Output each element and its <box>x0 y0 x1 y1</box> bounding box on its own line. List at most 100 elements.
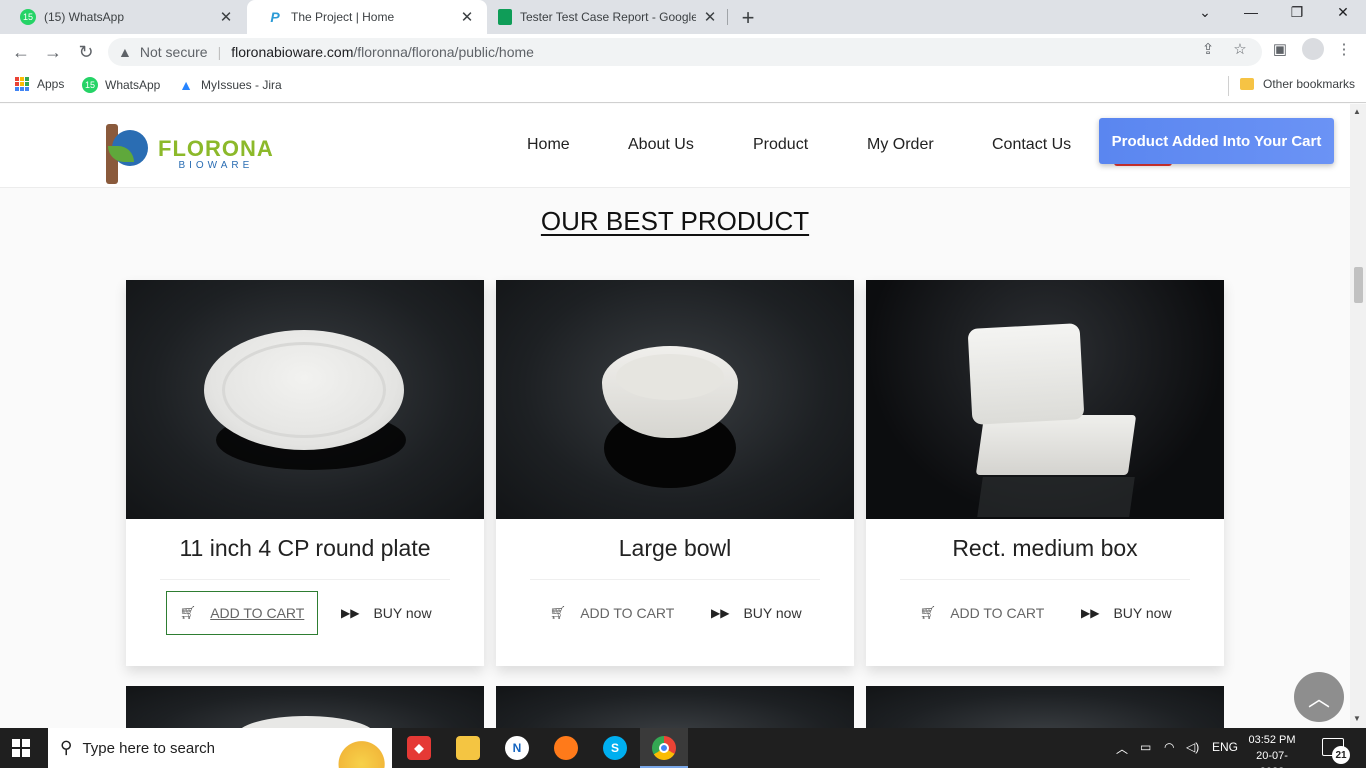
other-bookmarks[interactable]: Other bookmarks <box>1240 77 1355 91</box>
buy-now-button[interactable]: ▶▶ BUY now <box>1081 591 1172 635</box>
nav-home[interactable]: Home <box>527 136 570 154</box>
site-logo[interactable]: FLORONA BIOWARE <box>106 124 274 184</box>
tab-close-icon[interactable]: ✕ <box>218 8 234 26</box>
product-name[interactable]: Large bowl <box>496 535 854 562</box>
url-path: /floronna/florona/public/home <box>353 44 534 60</box>
tab-close-icon[interactable]: ✕ <box>459 8 475 26</box>
add-to-cart-label: ADD TO CART <box>210 605 305 621</box>
divider <box>900 579 1190 580</box>
buy-now-label: BUY now <box>743 605 802 621</box>
tab-title: Tester Test Case Report - Google <box>520 10 696 24</box>
logo-tagline: BIOWARE <box>178 159 254 171</box>
file-explorer-icon[interactable] <box>456 736 480 760</box>
address-bar[interactable]: ▲ Not secure | floronabioware.com/floron… <box>108 38 1262 66</box>
tab-separator <box>727 9 728 25</box>
add-to-cart-button[interactable]: 🛒︎ ADD TO CART <box>536 591 688 635</box>
add-to-cart-button[interactable]: 🛒︎ ADD TO CART <box>166 591 318 635</box>
tab-title: The Project | Home <box>291 10 395 24</box>
skype-icon[interactable]: S <box>603 736 627 760</box>
bookmark-star-icon[interactable]: ☆ <box>1230 40 1250 58</box>
clock-time: 03:52 PM <box>1248 734 1296 746</box>
restore-button[interactable]: ❐ <box>1282 4 1312 21</box>
cart-icon: 🛒︎ <box>549 605 567 620</box>
notification-count-badge: 21 <box>1332 746 1350 764</box>
scroll-thumb[interactable] <box>1354 267 1363 303</box>
tab-search-icon[interactable]: ⌄ <box>1190 4 1220 21</box>
tab-tester-report[interactable]: Tester Test Case Report - Google ✕ <box>488 0 726 34</box>
security-label[interactable]: Not secure <box>140 44 208 60</box>
windows-start-icon[interactable] <box>12 739 30 757</box>
logo-name: FLORONA <box>158 135 274 161</box>
volume-icon[interactable]: ◁) <box>1186 740 1199 754</box>
add-to-cart-label: ADD TO CART <box>580 605 675 621</box>
more-menu-icon[interactable]: ⋮ <box>1334 40 1354 58</box>
buy-now-button[interactable]: ▶▶ BUY now <box>341 591 432 635</box>
tab-title: (15) WhatsApp <box>44 10 125 24</box>
product-name[interactable]: 11 inch 4 CP round plate <box>126 535 484 562</box>
close-window-button[interactable]: ✕ <box>1328 4 1358 21</box>
product-card: Large bowl 🛒︎ ADD TO CART ▶▶ BUY now <box>496 280 854 666</box>
fast-forward-icon: ▶▶ <box>341 606 360 620</box>
nav-my-order[interactable]: My Order <box>867 136 934 154</box>
product-image-box[interactable] <box>866 280 1224 519</box>
side-panel-icon[interactable]: ▣ <box>1270 40 1290 58</box>
section-title-text: OUR BEST PRODUCT <box>540 206 810 236</box>
tab-whatsapp[interactable]: 15 (15) WhatsApp ✕ <box>0 0 246 34</box>
divider <box>530 579 820 580</box>
bookmark-whatsapp[interactable]: 15 WhatsApp <box>82 77 160 93</box>
browser-tab-strip: 15 (15) WhatsApp ✕ P The Project | Home … <box>0 0 1366 34</box>
florona-logo-icon <box>106 124 152 184</box>
buy-now-label: BUY now <box>373 605 432 621</box>
product-name[interactable]: Rect. medium box <box>866 535 1224 562</box>
product-image-bowl[interactable] <box>496 280 854 519</box>
nav-contact-us[interactable]: Contact Us <box>992 136 1071 154</box>
language-indicator[interactable]: ENG <box>1212 740 1238 754</box>
forward-button[interactable]: → <box>42 41 64 63</box>
product-card: 11 inch 4 CP round plate 🛒︎ ADD TO CART … <box>126 280 484 666</box>
folder-icon <box>1240 78 1254 90</box>
anydesk-icon[interactable]: ◆ <box>407 736 431 760</box>
jira-icon: ▲ <box>179 77 193 93</box>
profile-avatar-icon[interactable] <box>1302 38 1324 60</box>
warning-icon[interactable]: ▲ <box>118 44 132 60</box>
firefox-icon[interactable] <box>554 736 578 760</box>
product-card-partial[interactable] <box>496 686 854 728</box>
tab-close-icon[interactable]: ✕ <box>702 8 718 26</box>
nav-product[interactable]: Product <box>753 136 808 154</box>
bookmark-jira[interactable]: ▲ MyIssues - Jira <box>178 77 282 93</box>
show-hidden-icons-icon[interactable]: ︿ <box>1116 740 1128 757</box>
whatsapp-favicon-icon: 15 <box>20 9 36 25</box>
scroll-up-arrow-icon[interactable]: ▲ <box>1353 107 1361 116</box>
product-card-partial[interactable] <box>126 686 484 728</box>
tab-the-project-home[interactable]: P The Project | Home ✕ <box>247 0 487 34</box>
fast-forward-icon: ▶▶ <box>711 606 730 620</box>
section-title: OUR BEST PRODUCT <box>0 206 1350 237</box>
product-card: Rect. medium box 🛒︎ ADD TO CART ▶▶ BUY n… <box>866 280 1224 666</box>
product-card-partial[interactable] <box>866 686 1224 728</box>
divider <box>160 579 450 580</box>
apps-grid-icon <box>15 77 29 91</box>
page-scrollbar[interactable]: ▲ ▼ <box>1350 104 1366 728</box>
bookmark-label: MyIssues - Jira <box>201 78 282 92</box>
battery-icon[interactable]: ▭ <box>1140 740 1151 754</box>
new-tab-button[interactable]: + <box>738 5 758 31</box>
reload-button[interactable]: ↻ <box>75 41 97 63</box>
project-favicon-icon: P <box>270 9 280 25</box>
add-to-cart-button[interactable]: 🛒︎ ADD TO CART <box>906 591 1058 635</box>
nav-about-us[interactable]: About Us <box>628 136 694 154</box>
clock-date: 20-07-2022 <box>1256 750 1288 768</box>
bookmark-apps[interactable]: Apps <box>15 77 64 91</box>
taskbar-clock[interactable]: 03:52 PM 20-07-2022 <box>1244 732 1300 768</box>
scroll-to-top-button[interactable]: ︿ <box>1294 672 1344 722</box>
chrome-icon[interactable] <box>652 736 676 760</box>
buy-now-button[interactable]: ▶▶ BUY now <box>711 591 802 635</box>
search-highlight-illustration <box>316 730 392 768</box>
product-image-plate[interactable] <box>126 280 484 519</box>
back-button[interactable]: ← <box>10 41 32 63</box>
scroll-down-arrow-icon[interactable]: ▼ <box>1353 714 1361 723</box>
share-icon[interactable]: ⇪ <box>1198 40 1218 58</box>
wifi-icon[interactable]: ◠ <box>1164 740 1174 754</box>
app-icon[interactable]: N <box>505 736 529 760</box>
minimize-button[interactable]: — <box>1236 4 1266 20</box>
url-domain: floronabioware.com <box>231 44 354 60</box>
